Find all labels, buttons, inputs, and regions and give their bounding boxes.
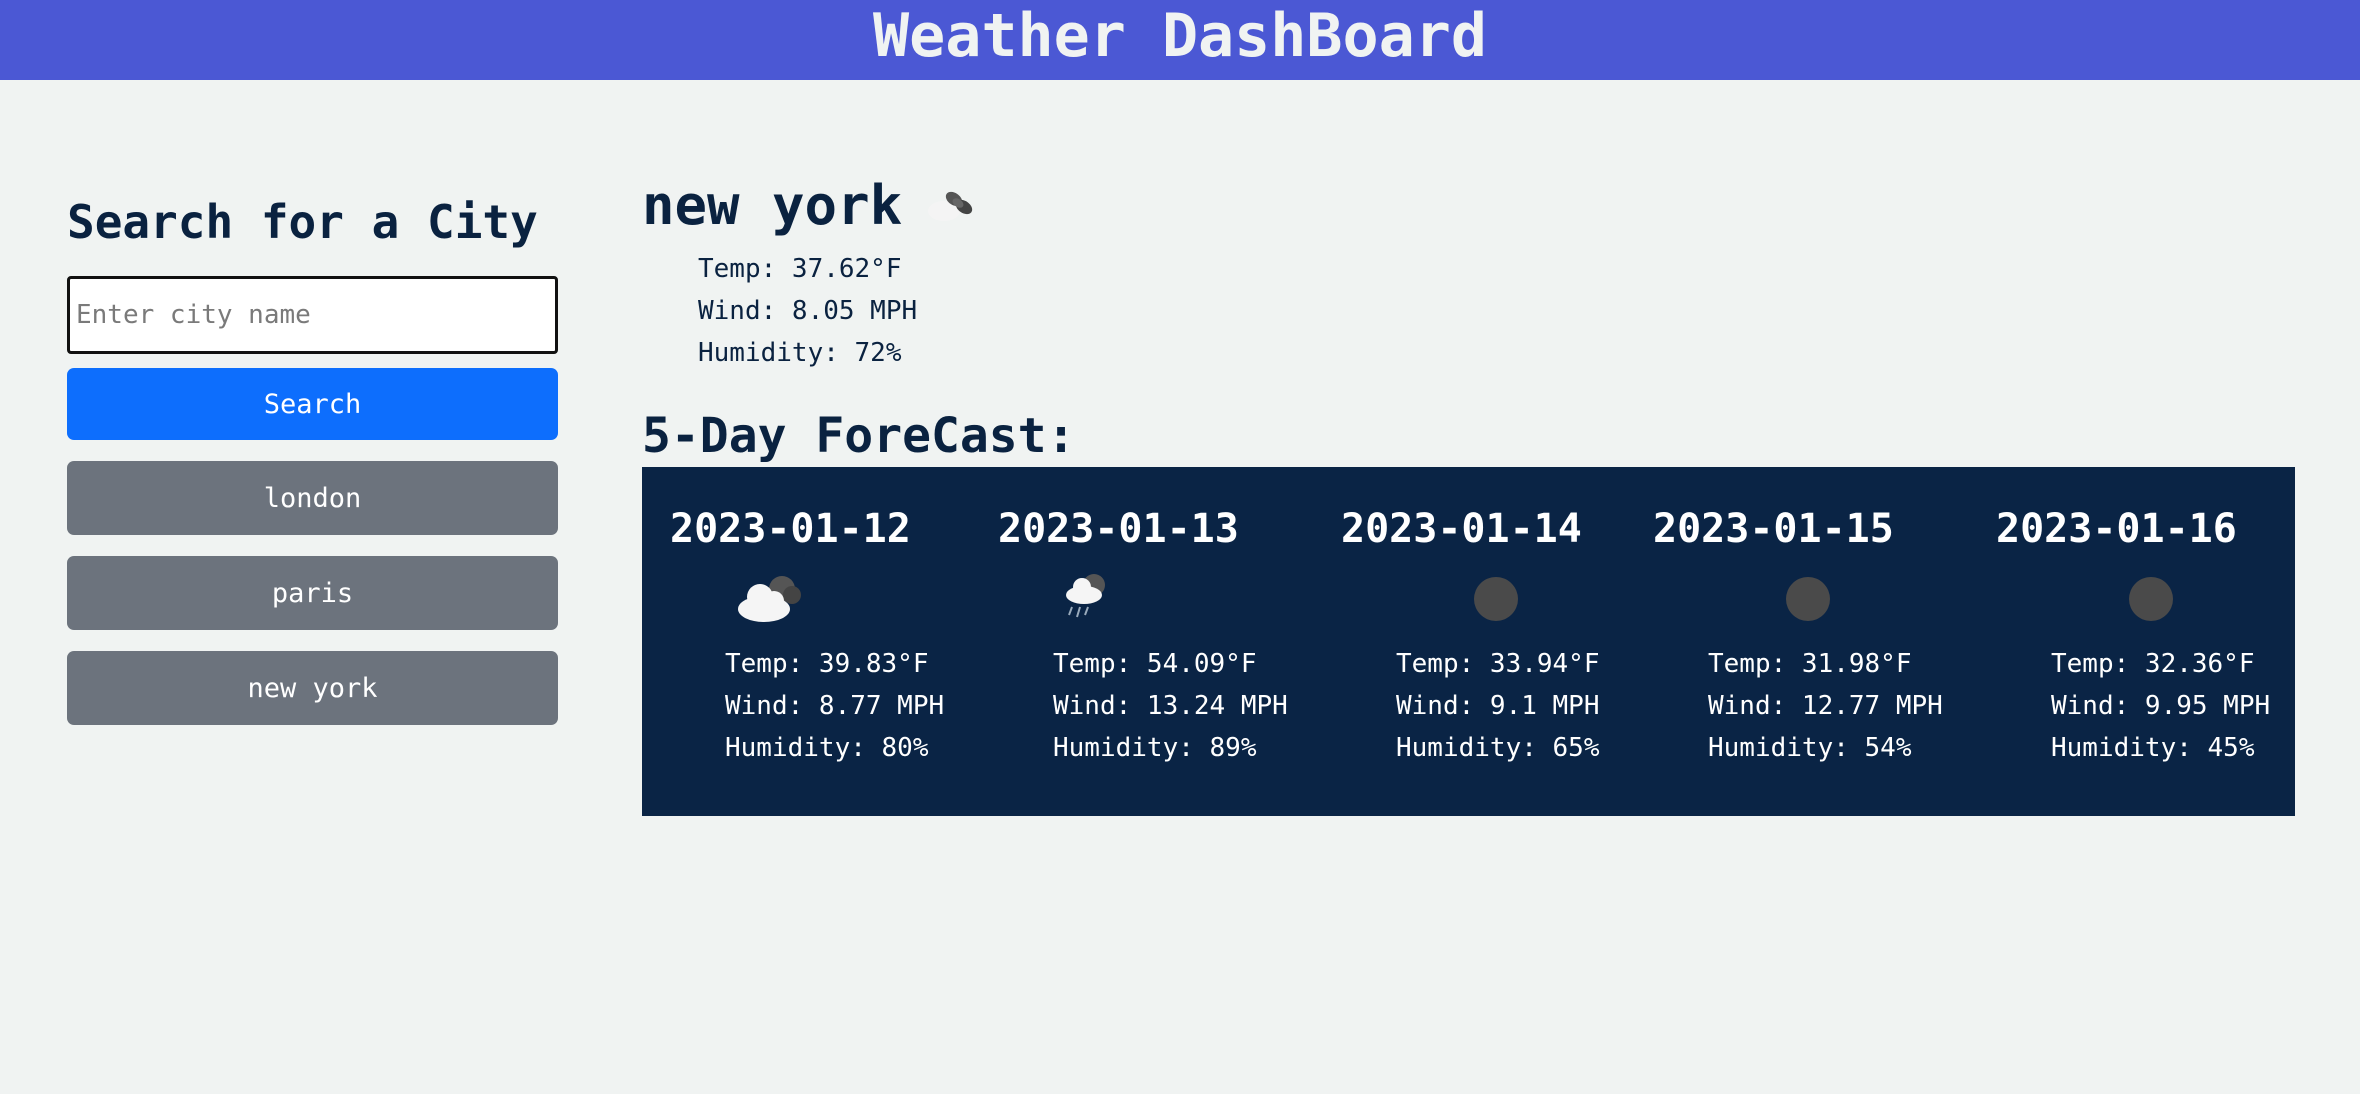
clear-night-icon bbox=[1713, 565, 1943, 635]
forecast-day-card: 2023-01-12 Temp: 39.83°F Wind: 8.77 MPH … bbox=[670, 497, 944, 769]
current-temp: Temp: 37.62°F bbox=[698, 254, 902, 284]
search-sidebar: Search for a City Search london paris ne… bbox=[67, 190, 558, 725]
forecast-wind: Wind: 9.1 MPH bbox=[1396, 691, 1600, 721]
current-humidity: Humidity: 72% bbox=[698, 338, 902, 368]
forecast-stats: Temp: 54.09°F Wind: 13.24 MPH Humidity: … bbox=[1053, 643, 1288, 769]
broken-clouds-icon bbox=[730, 565, 944, 635]
current-weather: new york Temp: 37.62°F Wind: 8.05 MPH Hu… bbox=[642, 170, 980, 374]
forecast-temp: Temp: 32.36°F bbox=[2051, 649, 2255, 679]
forecast-temp: Temp: 54.09°F bbox=[1053, 649, 1257, 679]
forecast-wind: Wind: 8.77 MPH bbox=[725, 691, 945, 721]
forecast-stats: Temp: 39.83°F Wind: 8.77 MPH Humidity: 8… bbox=[725, 643, 944, 769]
forecast-wind: Wind: 13.24 MPH bbox=[1053, 691, 1288, 721]
forecast-date: 2023-01-16 bbox=[1996, 506, 2237, 552]
city-search-input[interactable] bbox=[67, 276, 558, 354]
forecast-humidity: Humidity: 54% bbox=[1708, 733, 1912, 763]
history-button-london[interactable]: london bbox=[67, 461, 558, 535]
search-button[interactable]: Search bbox=[67, 368, 558, 440]
forecast-date: 2023-01-13 bbox=[998, 506, 1239, 552]
forecast-humidity: Humidity: 45% bbox=[2051, 733, 2255, 763]
rain-icon bbox=[1058, 565, 1288, 635]
forecast-stats: Temp: 31.98°F Wind: 12.77 MPH Humidity: … bbox=[1708, 643, 1943, 769]
forecast-title: 5-Day ForeCast: bbox=[642, 408, 1076, 464]
forecast-humidity: Humidity: 65% bbox=[1396, 733, 1600, 763]
forecast-humidity: Humidity: 89% bbox=[1053, 733, 1257, 763]
forecast-humidity: Humidity: 80% bbox=[725, 733, 929, 763]
clear-night-icon bbox=[1401, 565, 1600, 635]
forecast-day-card: 2023-01-14 Temp: 33.94°F Wind: 9.1 MPH H… bbox=[1341, 497, 1600, 769]
forecast-stats: Temp: 33.94°F Wind: 9.1 MPH Humidity: 65… bbox=[1396, 643, 1600, 769]
current-city-name: new york bbox=[642, 173, 903, 237]
forecast-temp: Temp: 33.94°F bbox=[1396, 649, 1600, 679]
forecast-temp: Temp: 31.98°F bbox=[1708, 649, 1912, 679]
clear-night-icon bbox=[2056, 565, 2270, 635]
current-weather-header: new york bbox=[642, 170, 980, 240]
app-header: Weather DashBoard bbox=[0, 0, 2360, 80]
search-heading: Search for a City bbox=[67, 195, 538, 249]
forecast-date: 2023-01-12 bbox=[670, 506, 911, 552]
forecast-date: 2023-01-14 bbox=[1341, 506, 1582, 552]
forecast-day-card: 2023-01-16 Temp: 32.36°F Wind: 9.95 MPH … bbox=[1996, 497, 2270, 769]
broken-clouds-icon bbox=[924, 177, 980, 233]
forecast-temp: Temp: 39.83°F bbox=[725, 649, 929, 679]
current-stats: Temp: 37.62°F Wind: 8.05 MPH Humidity: 7… bbox=[698, 248, 980, 374]
forecast-day-card: 2023-01-13 Temp: 54.09°F Wind: 13.24 MPH… bbox=[998, 497, 1288, 769]
forecast-date: 2023-01-15 bbox=[1653, 506, 1894, 552]
history-button-paris[interactable]: paris bbox=[67, 556, 558, 630]
forecast-wind: Wind: 9.95 MPH bbox=[2051, 691, 2271, 721]
forecast-day-card: 2023-01-15 Temp: 31.98°F Wind: 12.77 MPH… bbox=[1653, 497, 1943, 769]
app-title: Weather DashBoard bbox=[872, 1, 1488, 71]
forecast-panel: 2023-01-12 Temp: 39.83°F Wind: 8.77 MPH … bbox=[642, 467, 2295, 816]
forecast-stats: Temp: 32.36°F Wind: 9.95 MPH Humidity: 4… bbox=[2051, 643, 2270, 769]
forecast-wind: Wind: 12.77 MPH bbox=[1708, 691, 1943, 721]
current-wind: Wind: 8.05 MPH bbox=[698, 296, 918, 326]
history-button-new-york[interactable]: new york bbox=[67, 651, 558, 725]
